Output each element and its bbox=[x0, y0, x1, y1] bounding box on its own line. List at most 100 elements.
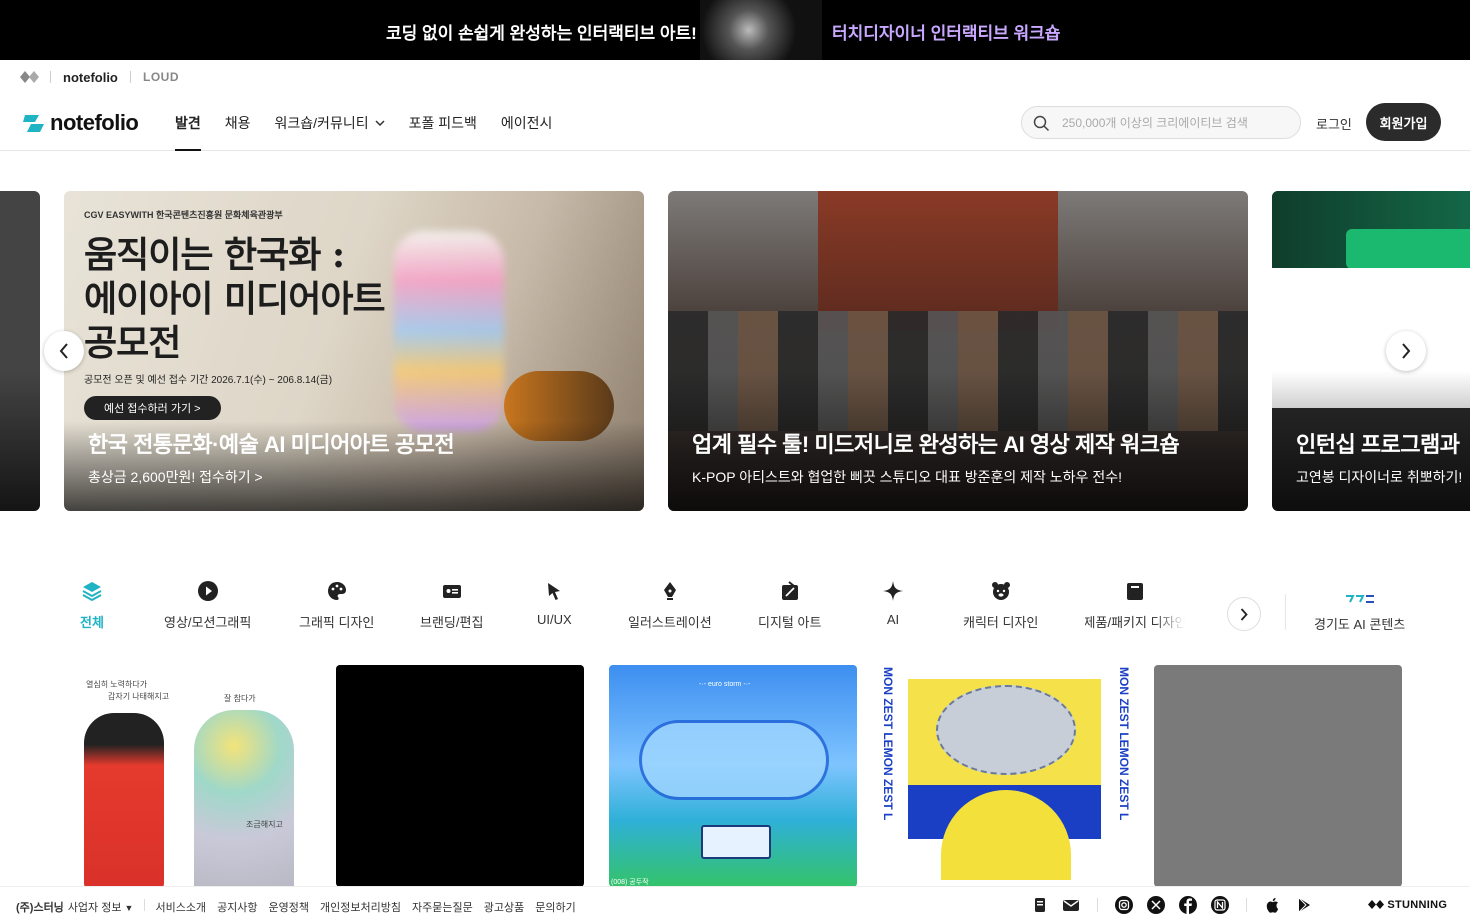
brand-name: notefolio bbox=[50, 110, 139, 135]
loud-site-link[interactable]: LOUD bbox=[143, 70, 179, 84]
mail-icon[interactable] bbox=[1062, 896, 1080, 914]
category-digital-art[interactable]: 디지털 아트 bbox=[758, 580, 821, 631]
poster-title: 움직이는 한국화 : 에이아이 미디어아트 공모전 bbox=[84, 233, 386, 365]
category-next-button[interactable] bbox=[1227, 597, 1261, 631]
login-link[interactable]: 로그인 bbox=[1316, 114, 1352, 133]
divider bbox=[1097, 898, 1098, 912]
work-card[interactable]: -·- euro storm -·- (008) 공두작 bbox=[609, 665, 857, 887]
category-motion-graphics[interactable]: 영상/모션그래픽 bbox=[164, 580, 251, 631]
category-gyeonggi-ai-content[interactable]: 경기도 AI 콘텐츠 bbox=[1314, 594, 1405, 633]
promo-banner-artwork bbox=[700, 0, 822, 60]
stunning-brand[interactable]: STUNNING bbox=[1368, 899, 1447, 911]
category-graphic-design[interactable]: 그래픽 디자인 bbox=[299, 580, 374, 631]
card-vertical-text: MON ZEST LEMON ZEST L bbox=[881, 667, 895, 821]
carousel-slide[interactable]: CGV EASYWITH 한국콘텐츠진흥원 문화체육관광부 움직이는 한국화 :… bbox=[64, 191, 644, 511]
search-box[interactable] bbox=[1021, 106, 1301, 139]
notefolio-site-link[interactable]: notefolio bbox=[63, 70, 118, 85]
instagram-icon[interactable] bbox=[1115, 896, 1133, 914]
business-info-label: 사업자 정보 bbox=[67, 902, 122, 914]
category-product-package[interactable]: 제품/패키지 디자인 bbox=[1085, 580, 1185, 631]
footer-link-privacy[interactable]: 개인정보처리방침 bbox=[320, 899, 401, 915]
stunning-brand-label: STUNNING bbox=[1387, 899, 1448, 911]
card-text: -·- euro storm -·- bbox=[699, 681, 751, 688]
carousel-next-button[interactable] bbox=[1386, 331, 1426, 371]
apple-icon[interactable] bbox=[1264, 896, 1282, 914]
notefolio-logo-icon bbox=[23, 114, 44, 132]
category-all[interactable]: 전체 bbox=[80, 580, 104, 631]
main-header: notefolio 발견 채용 워크숍/커뮤니티 포폴 피드백 에이전시 로그인… bbox=[0, 94, 1470, 151]
category-illustration[interactable]: 일러스트레이션 bbox=[628, 580, 712, 631]
chevron-right-icon bbox=[1240, 607, 1248, 621]
package-icon bbox=[1127, 583, 1143, 600]
id-card-icon bbox=[442, 585, 461, 598]
card-vertical-text: MON ZEST LEMON ZEST L bbox=[1117, 667, 1129, 821]
naver-blog-icon[interactable] bbox=[1211, 896, 1229, 914]
footer-link-notice[interactable]: 공지사항 bbox=[217, 899, 257, 915]
nav-workshop-community[interactable]: 워크숍/커뮤니티 bbox=[275, 94, 385, 151]
carousel-prev-button[interactable] bbox=[44, 331, 84, 371]
category-label: 캐릭터 디자인 bbox=[963, 615, 1039, 630]
carousel-slide-previous[interactable] bbox=[0, 191, 40, 511]
stunning-logo-icon bbox=[1368, 900, 1384, 909]
footer-link-ads[interactable]: 광고상품 bbox=[484, 899, 524, 915]
category-branding-editorial[interactable]: 브랜딩/편집 bbox=[420, 580, 483, 631]
divider bbox=[1285, 594, 1286, 630]
cursor-icon bbox=[548, 583, 561, 600]
poster-cta: 예선 접수하러 가기 > bbox=[84, 396, 221, 420]
nav-discover[interactable]: 발견 bbox=[175, 94, 201, 151]
card-text: 잘 참다가 bbox=[224, 694, 256, 703]
category-label: 일러스트레이션 bbox=[628, 615, 712, 630]
bus-stop-art bbox=[701, 825, 771, 859]
promo-banner[interactable]: 코딩 없이 손쉽게 완성하는 인터랙티브 아트! 터치디자이너 인터랙티브 워크… bbox=[0, 0, 1470, 60]
hero-carousel: CGV EASYWITH 한국콘텐츠진흥원 문화체육관광부 움직이는 한국화 :… bbox=[0, 191, 1470, 511]
footer-link-about[interactable]: 서비스소개 bbox=[155, 899, 206, 915]
poster-title-line: 공모전 bbox=[84, 322, 181, 364]
x-twitter-icon[interactable] bbox=[1147, 896, 1165, 914]
gyeonggi-logo-icon bbox=[1345, 595, 1374, 603]
google-play-icon[interactable] bbox=[1296, 896, 1314, 914]
footer-link-policy[interactable]: 운영정책 bbox=[269, 899, 309, 915]
poster-title-line: 움직이는 한국화 : bbox=[84, 234, 345, 276]
category-label: 그래픽 디자인 bbox=[299, 615, 375, 630]
card-text: 조금해지고 bbox=[246, 820, 283, 829]
divider bbox=[130, 71, 131, 83]
work-card[interactable]: MON ZEST LEMON ZEST L MON ZEST LEMON ZES… bbox=[881, 665, 1129, 887]
stunning-logo-icon[interactable] bbox=[20, 71, 40, 83]
category-bar: 전체 영상/모션그래픽 그래픽 디자인 브랜딩/편집 UI/UX 일러스트레이션… bbox=[0, 580, 1470, 640]
category-label: UI/UX bbox=[537, 612, 572, 627]
category-ai[interactable]: AI bbox=[882, 580, 904, 627]
carousel-slide-next[interactable]: 인턴십 프로그램과 고연봉 디자이너로 취뽀하기! bbox=[1272, 191, 1470, 511]
document-icon[interactable] bbox=[1031, 896, 1049, 914]
slide-shade bbox=[0, 371, 40, 511]
footer-link-faq[interactable]: 자주묻는질문 bbox=[412, 899, 473, 915]
nav-agency[interactable]: 에이전시 bbox=[501, 94, 553, 151]
chevron-left-icon bbox=[59, 343, 68, 359]
slide-header-art bbox=[1272, 191, 1470, 269]
work-card[interactable]: 열심히 노력하다가 갑자기 나태해지고 잘 참다가 조금해지고 bbox=[64, 665, 312, 887]
bubble-lettering-art bbox=[639, 720, 829, 800]
slide-title: 인턴십 프로그램과 bbox=[1296, 432, 1460, 457]
nav-jobs[interactable]: 채용 bbox=[225, 94, 251, 151]
nav-portfolio-feedback[interactable]: 포폴 피드백 bbox=[409, 94, 477, 151]
signup-button[interactable]: 회원가입 bbox=[1366, 103, 1441, 141]
category-label: 제품/패키지 디자인 bbox=[1085, 615, 1185, 630]
business-info-toggle[interactable]: 사업자 정보 ▼ bbox=[68, 899, 134, 915]
carousel-slide[interactable]: 업계 필수 툴! 미드저니로 완성하는 AI 영상 제작 워크숍 K-POP 아… bbox=[668, 191, 1248, 511]
illustration-figure bbox=[194, 710, 294, 887]
footer-link-contact[interactable]: 문의하기 bbox=[535, 899, 575, 915]
work-card[interactable] bbox=[336, 665, 584, 887]
poster-oval bbox=[936, 685, 1076, 775]
footer-links: (주)스터닝 사업자 정보 ▼ 서비스소개 공지사항 운영정책 개인정보처리방침… bbox=[16, 899, 587, 915]
search-input[interactable] bbox=[1062, 107, 1292, 138]
category-label: 경기도 AI 콘텐츠 bbox=[1314, 617, 1406, 632]
divider bbox=[144, 899, 146, 911]
notefolio-logo[interactable]: notefolio bbox=[23, 110, 139, 136]
category-label: AI bbox=[886, 612, 900, 627]
category-ui-ux[interactable]: UI/UX bbox=[537, 580, 572, 627]
layers-icon bbox=[82, 582, 102, 602]
main-nav: 발견 채용 워크숍/커뮤니티 포폴 피드백 에이전시 bbox=[175, 94, 576, 151]
facebook-icon[interactable] bbox=[1179, 896, 1197, 914]
category-character-design[interactable]: 캐릭터 디자인 bbox=[963, 580, 1038, 631]
work-card[interactable] bbox=[1154, 665, 1402, 887]
search-icon[interactable] bbox=[1033, 115, 1050, 132]
